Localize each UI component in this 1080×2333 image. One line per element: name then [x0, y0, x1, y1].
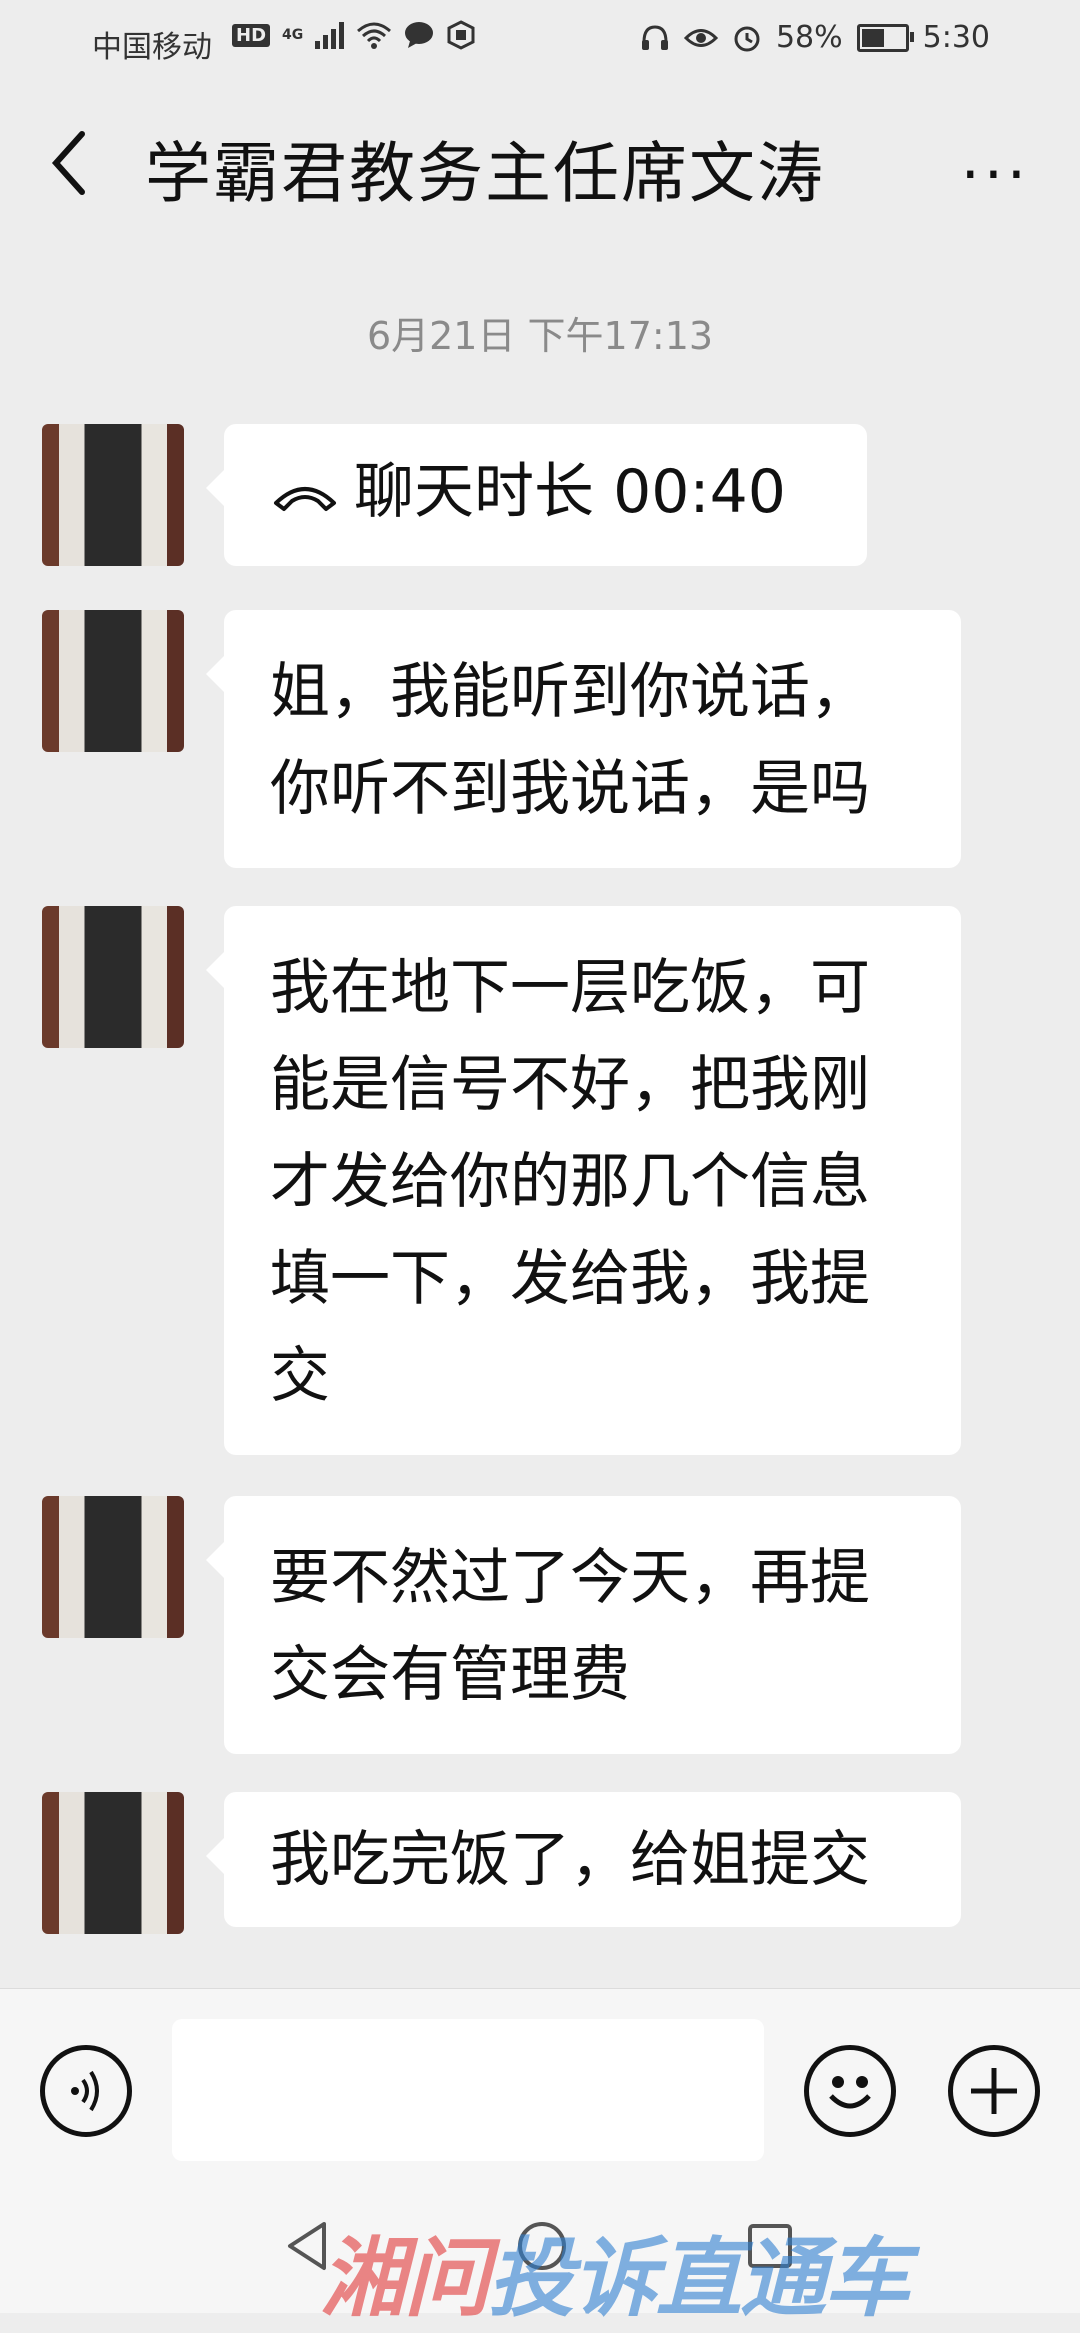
alarm-icon — [734, 26, 760, 51]
battery-icon — [856, 23, 914, 52]
call-bubble[interactable]: 聊天时长 00:40 — [206, 424, 867, 566]
status-bar: 中国移动 HD 4G 58% 5:30 — [0, 0, 1080, 80]
message-line: 姐，我能听到你说话， — [270, 657, 870, 727]
battery-percent: 58% — [775, 20, 843, 55]
message-line: 我吃完饭了，给姐提交 — [270, 1825, 870, 1895]
message-line: 填一下，发给我，我提 — [270, 1244, 870, 1314]
text-bubble[interactable]: 我吃完饭了，给姐提交 — [206, 1792, 961, 1927]
message-timestamp: 6月21日 下午17:13 — [366, 314, 714, 358]
headphone-icon — [641, 24, 668, 50]
message-line: 能是信号不好，把我刚 — [270, 1050, 870, 1120]
hd-badge: HD — [232, 23, 271, 47]
message-line: 要不然过了今天，再提 — [270, 1543, 870, 1613]
avatar[interactable] — [42, 1792, 184, 1934]
network-indicators: HD 4G — [232, 20, 476, 50]
signal-icon — [315, 21, 345, 49]
eye-icon — [683, 28, 718, 47]
clock: 5:30 — [922, 20, 990, 55]
emoji-button[interactable] — [804, 2045, 896, 2137]
message-input[interactable] — [172, 2019, 764, 2161]
text-bubble[interactable]: 我在地下一层吃饭，可 能是信号不好，把我刚 才发给你的那几个信息 填一下，发给我… — [206, 906, 961, 1455]
message-line: 你听不到我说话，是吗 — [270, 754, 870, 824]
carrier-label: 中国移动 — [92, 30, 212, 65]
more-options-icon[interactable]: ··· — [961, 140, 1030, 210]
more-functions-button[interactable] — [948, 2045, 1040, 2137]
avatar[interactable] — [42, 1496, 184, 1638]
chat-title: 学霸君教务主任席文涛 — [145, 135, 825, 212]
message-line: 交会有管理费 — [270, 1640, 630, 1710]
voice-icon — [71, 2070, 99, 2112]
chat-bubble-icon — [405, 22, 434, 48]
plus-icon — [971, 2068, 1017, 2114]
phone-hangup-icon — [274, 487, 336, 512]
status-right-group: 58% 5:30 — [640, 20, 990, 55]
voice-input-button[interactable] — [40, 2045, 132, 2137]
watermark-part2: 投诉直通车 — [488, 2229, 910, 2329]
wifi-icon — [357, 22, 392, 49]
emoji-icon — [829, 2076, 871, 2109]
text-bubble[interactable]: 姐，我能听到你说话， 你听不到我说话，是吗 — [206, 610, 961, 868]
hand-icon — [447, 20, 475, 50]
message-line: 我在地下一层吃饭，可 — [270, 953, 870, 1023]
chat-header: 学霸君教务主任席文涛 ··· — [0, 80, 1080, 250]
avatar[interactable] — [42, 906, 184, 1048]
message-line: 才发给你的那几个信息 — [270, 1147, 870, 1217]
text-bubble[interactable]: 要不然过了今天，再提 交会有管理费 — [206, 1496, 961, 1754]
avatar[interactable] — [42, 424, 184, 566]
back-arrow-icon[interactable] — [48, 128, 88, 198]
battery-fill — [861, 28, 884, 47]
avatar[interactable] — [42, 610, 184, 752]
message-line: 交 — [270, 1341, 330, 1411]
network-type-label: 4G — [282, 27, 304, 43]
watermark: 湘问投诉直通车 — [320, 2208, 910, 2333]
call-duration-text: 聊天时长 00:40 — [354, 457, 786, 527]
watermark-part1: 湘问 — [320, 2229, 490, 2329]
